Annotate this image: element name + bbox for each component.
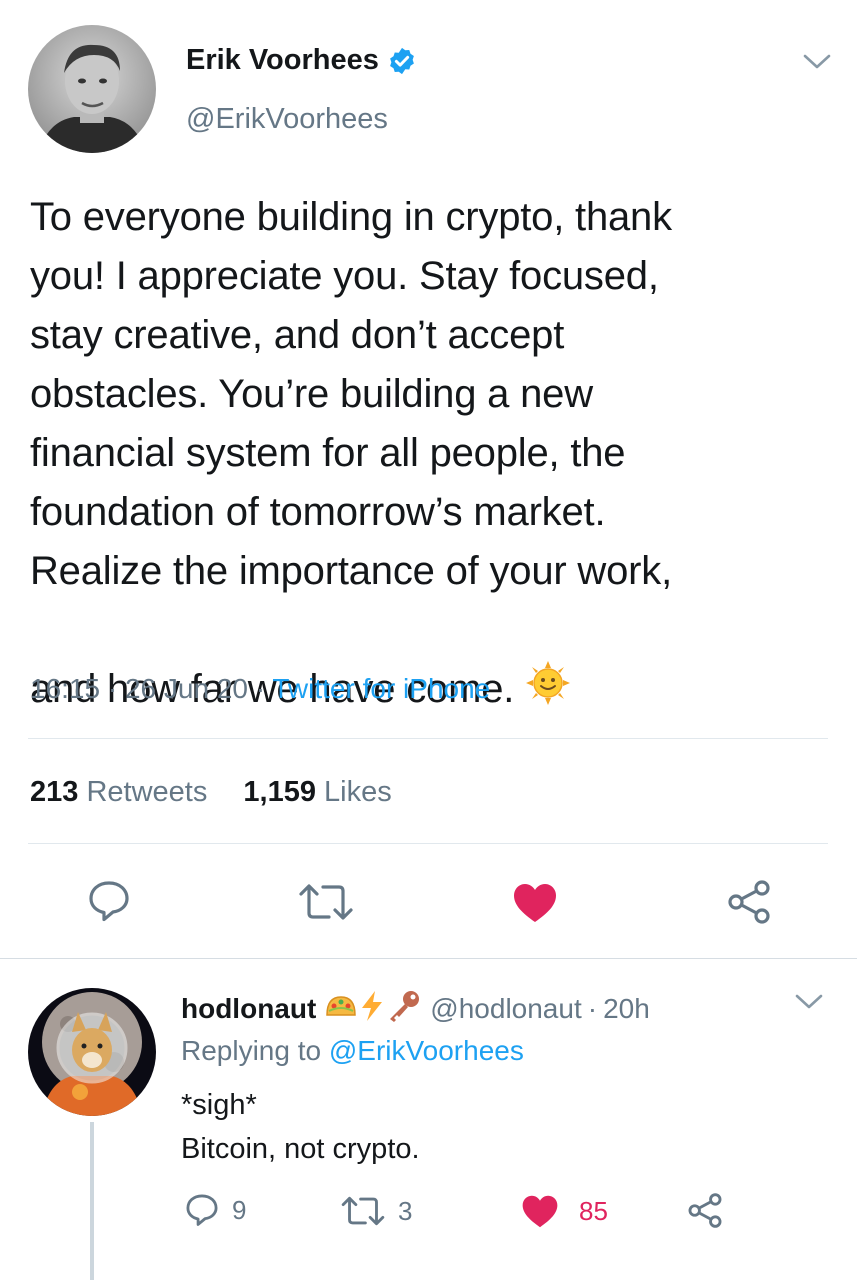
chevron-down-icon[interactable] xyxy=(802,52,832,72)
tweet-text-content: To everyone building in crypto, thank yo… xyxy=(30,195,672,711)
reply-text: *sigh* Bitcoin, not crypto. xyxy=(181,1089,420,1165)
retweet-icon[interactable] xyxy=(297,882,355,922)
replying-label: Replying to xyxy=(181,1035,322,1066)
tweet-date: 26 Jun 20 xyxy=(124,673,248,704)
likes-label: Likes xyxy=(324,776,392,808)
likes-count: 1,159 xyxy=(243,776,316,808)
tweet-meta: 16:15 · 26 Jun 20 · Twitter for iPhone xyxy=(30,673,490,705)
sun-emoji-icon xyxy=(525,601,571,705)
divider xyxy=(28,843,828,844)
reply-chevron-down-icon[interactable] xyxy=(794,992,824,1012)
thread-line xyxy=(90,1122,94,1280)
reply-like-action[interactable]: 85 xyxy=(521,1194,608,1229)
verified-badge-icon xyxy=(387,46,417,76)
author-avatar[interactable] xyxy=(28,25,156,153)
retweet-count: 3 xyxy=(398,1195,413,1226)
author-handle[interactable]: @ErikVoorhees xyxy=(186,103,388,136)
reply-author-name[interactable]: hodlonaut xyxy=(181,993,316,1025)
share-icon[interactable] xyxy=(725,879,773,925)
tweet-source-link[interactable]: Twitter for iPhone xyxy=(272,673,490,704)
retweets-label: Retweets xyxy=(86,776,208,808)
replying-to: Replying to @ErikVoorhees xyxy=(181,1035,524,1067)
reply-count: 9 xyxy=(232,1194,247,1225)
retweets-count: 213 xyxy=(30,776,79,808)
key-emoji-icon xyxy=(386,989,422,1028)
heart-icon[interactable] xyxy=(512,882,558,924)
author-name[interactable]: Erik Voorhees xyxy=(186,44,379,77)
lightning-emoji-icon xyxy=(358,990,386,1027)
divider xyxy=(28,738,828,739)
reply-time[interactable]: 20h xyxy=(603,993,650,1025)
divider xyxy=(0,958,857,959)
reply-author-avatar[interactable] xyxy=(28,988,156,1116)
meta-separator: · xyxy=(255,673,266,704)
tweet-time: 16:15 xyxy=(30,673,101,704)
heart-icon xyxy=(521,1194,559,1229)
taco-emoji-icon xyxy=(324,991,358,1026)
replying-to-handle[interactable]: @ErikVoorhees xyxy=(329,1035,524,1066)
retweets-stat[interactable]: 213 Retweets xyxy=(30,776,207,808)
retweet-icon xyxy=(340,1195,386,1227)
like-count: 85 xyxy=(579,1196,608,1226)
share-icon[interactable] xyxy=(686,1192,724,1229)
reply-reply-action[interactable]: 9 xyxy=(184,1192,246,1228)
reply-author-handle[interactable]: @hodlonaut xyxy=(430,993,581,1025)
tweet-stats: 213 Retweets 1,159 Likes xyxy=(30,776,392,809)
likes-stat[interactable]: 1,159 Likes xyxy=(243,776,391,808)
reply-icon xyxy=(184,1192,220,1228)
reply-retweet-action[interactable]: 3 xyxy=(340,1195,412,1227)
tweet-text: To everyone building in crypto, thank yo… xyxy=(30,188,830,719)
reply-meta-separator: · xyxy=(587,992,598,1024)
meta-separator: · xyxy=(107,673,118,704)
reply-icon[interactable] xyxy=(86,879,132,923)
